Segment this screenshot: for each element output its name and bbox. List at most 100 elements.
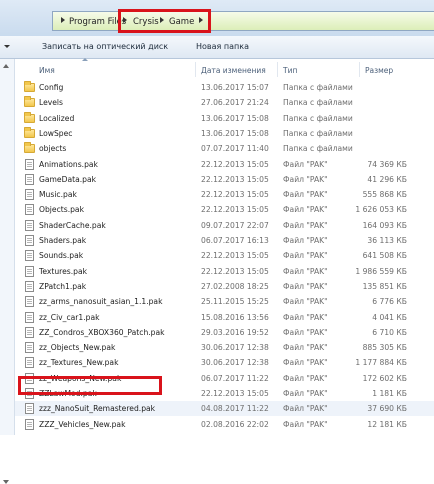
file-name: objects — [39, 144, 67, 154]
file-size: 1 181 КБ — [372, 389, 407, 398]
file-size: 555 868 КБ — [362, 190, 407, 200]
file-name: zz_Objects_New.pak — [39, 343, 116, 353]
file-icon — [25, 189, 34, 201]
file-row[interactable]: zz_Textures_New.pak 30.06.2017 12:38 Файл … — [15, 355, 434, 370]
file-icon — [25, 158, 34, 170]
file-row[interactable]: ZZZ_Vehicles_New.pak 02.08.2016 22:02 Файл… — [15, 417, 434, 432]
file-row[interactable]: Textures.pak 22.12.2013 15:05 Файл "PAK" 1 … — [15, 264, 434, 279]
file-type: Файл "PAK" — [283, 159, 328, 169]
column-divider[interactable] — [359, 62, 360, 77]
file-name: ShaderCache.pak — [39, 220, 106, 230]
file-name: Localized — [39, 113, 75, 123]
folder-row[interactable]: Localized 13.06.2017 15:08 Папка с файлами — [15, 111, 434, 126]
column-name[interactable]: Имя — [39, 66, 55, 75]
file-icon — [25, 250, 34, 262]
file-size: 1 986 559 КБ — [355, 266, 407, 276]
file-type: Папка с файлами — [283, 128, 353, 138]
file-type: Файл "PAK" — [283, 251, 328, 261]
file-type: Файл "PAK" — [283, 266, 328, 276]
folder-row[interactable]: objects 07.07.2017 11:40 Папка с файлами — [15, 141, 434, 156]
file-size: 36 113 КБ — [367, 236, 407, 245]
file-size: 6 710 КБ — [372, 327, 407, 337]
new-folder-button[interactable]: Новая папка — [196, 42, 249, 51]
file-date: 22.12.2013 15:05 — [201, 190, 269, 200]
file-name: GameData.pak — [39, 174, 97, 184]
file-icon — [25, 357, 34, 369]
file-icon — [25, 219, 34, 231]
file-name: ZZZ_Vehicles_New.pak — [39, 419, 126, 429]
file-row[interactable]: Animations.pak 22.12.2013 15:05 Файл "PAK"… — [15, 157, 434, 172]
column-header: Имя Дата изменения Тип Размер — [15, 58, 434, 79]
file-type: Файл "PAK" — [283, 281, 328, 291]
file-icon — [25, 296, 34, 308]
file-type: Папка с файлами — [283, 113, 353, 123]
file-size: 1 177 884 КБ — [355, 358, 407, 368]
file-icon — [25, 311, 34, 323]
file-date: 22.12.2013 15:05 — [201, 389, 269, 398]
file-row[interactable]: zz_Objects_New.pak 30.06.2017 12:38 Файл "… — [15, 340, 434, 355]
file-date: 13.06.2017 15:07 — [201, 83, 269, 92]
file-date: 02.08.2016 22:02 — [201, 419, 269, 429]
scroll-up-icon[interactable] — [3, 64, 9, 68]
file-icon — [25, 342, 34, 354]
file-row[interactable]: ZPatch1.pak 27.02.2008 18:25 Файл "PAK" 135… — [15, 279, 434, 294]
file-date: 07.07.2017 11:40 — [201, 144, 269, 154]
file-row[interactable]: ShaderCache.pak 09.07.2017 22:07 Файл "PAK… — [15, 218, 434, 233]
file-icon — [25, 204, 34, 216]
file-name: Music.pak — [39, 190, 77, 200]
file-row[interactable]: GameData.pak 22.12.2013 15:05 Файл "PAK" 41… — [15, 172, 434, 187]
folder-row[interactable]: Config 13.06.2017 15:07 Папка с файлами — [15, 80, 434, 95]
file-date: 25.11.2015 15:25 — [201, 297, 269, 307]
file-type: Файл "PAK" — [283, 343, 328, 353]
file-date: 30.06.2017 12:38 — [201, 358, 269, 368]
folder-icon — [24, 126, 35, 138]
address-bar[interactable]: Program Files Crysis Game — [52, 11, 434, 31]
file-type: Файл "PAK" — [283, 389, 328, 398]
burn-to-disc-button[interactable]: Записать на оптический диск — [42, 42, 168, 51]
folder-icon — [24, 142, 35, 154]
file-row[interactable]: zzz_NanoSuit_Remastered.pak 04.08.2017 11… — [15, 401, 434, 417]
navigation-pane[interactable] — [0, 59, 15, 484]
file-row[interactable]: Music.pak 22.12.2013 15:05 Файл "PAK" 555 8… — [15, 187, 434, 202]
folder-icon — [24, 111, 35, 123]
file-name: zz_Textures_New.pak — [39, 358, 119, 368]
file-date: 29.03.2016 19:52 — [201, 327, 269, 337]
file-row[interactable]: zz_Civ_car1.pak 15.08.2016 13:56 Файл "PAK… — [15, 310, 434, 325]
column-type[interactable]: Тип — [283, 66, 297, 75]
file-name: Shaders.pak — [39, 236, 87, 245]
file-size: 1 626 053 КБ — [355, 205, 407, 215]
file-row[interactable]: ZZ_Condros_XBOX360_Patch.pak 29.03.2016 1… — [15, 325, 434, 340]
file-icon — [25, 403, 34, 415]
folder-row[interactable]: Levels 27.06.2017 21:24 Папка с файлами — [15, 95, 434, 110]
file-size: 885 305 КБ — [362, 343, 407, 353]
file-row[interactable]: Sounds.pak 22.12.2013 15:05 Файл "PAK" 641 … — [15, 248, 434, 263]
column-divider[interactable] — [277, 62, 278, 77]
file-row[interactable]: zz_arms_nanosuit_asian_1.1.pak 25.11.2015… — [15, 294, 434, 309]
chevron-down-icon[interactable] — [4, 45, 10, 48]
file-size: 37 690 КБ — [367, 404, 407, 414]
column-divider[interactable] — [195, 62, 196, 77]
scroll-down-icon[interactable] — [3, 480, 9, 484]
file-type: Файл "PAK" — [283, 358, 328, 368]
column-date[interactable]: Дата изменения — [201, 66, 266, 75]
file-name: Textures.pak — [39, 266, 88, 276]
file-name: zz_Civ_car1.pak — [39, 312, 100, 322]
file-type: Файл "PAK" — [283, 327, 328, 337]
file-row[interactable]: Shaders.pak 06.07.2017 16:13 Файл "PAK" 36 … — [15, 233, 434, 248]
file-size: 6 776 КБ — [372, 297, 407, 307]
address-bar-area: Program Files Crysis Game — [0, 0, 434, 36]
file-row[interactable]: Objects.pak 22.12.2013 15:05 Файл "PAK" 1 6… — [15, 202, 434, 217]
breadcrumb-arrow-icon[interactable] — [61, 17, 65, 23]
file-type: Файл "PAK" — [283, 220, 328, 230]
file-size: 641 508 КБ — [362, 251, 407, 261]
file-date: 13.06.2017 15:08 — [201, 113, 269, 123]
file-name: ZZ_Condros_XBOX360_Patch.pak — [39, 327, 165, 337]
file-name: Animations.pak — [39, 159, 98, 169]
column-size[interactable]: Размер — [365, 66, 393, 75]
file-size: 135 851 КБ — [362, 281, 407, 291]
file-icon — [25, 326, 34, 338]
folder-icon — [24, 81, 35, 92]
file-name: zzz_NanoSuit_Remastered.pak — [39, 404, 156, 414]
folder-row[interactable]: LowSpec 13.06.2017 15:08 Папка с файлами — [15, 126, 434, 141]
file-date: 22.12.2013 15:05 — [201, 266, 269, 276]
